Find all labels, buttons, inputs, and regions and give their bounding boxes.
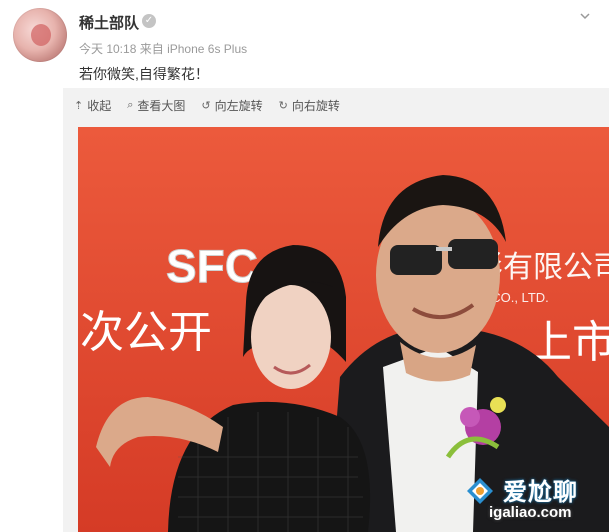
view-large-button[interactable]: ⌕ 查看大图 bbox=[127, 97, 185, 114]
username[interactable]: 稀土部队 bbox=[79, 12, 139, 33]
avatar[interactable] bbox=[13, 8, 67, 62]
post-text: 若你微笑,自得繁花！ bbox=[79, 66, 209, 82]
backdrop-logo: SFC bbox=[166, 240, 258, 292]
verify-icon: ✓ bbox=[142, 14, 156, 28]
collapse-label: 收起 bbox=[87, 98, 112, 113]
rotate-left-icon: ↺ bbox=[201, 99, 211, 112]
photo-illustration: SFC 上 影有限公司 FILM CO., LTD. 次公开 上市 bbox=[78, 127, 609, 532]
rotate-left-button[interactable]: ↺ 向左旋转 bbox=[201, 97, 262, 114]
post-time[interactable]: 今天 10:18 bbox=[79, 42, 136, 56]
search-icon: ⌕ bbox=[127, 98, 134, 111]
sunglasses-right bbox=[448, 239, 498, 269]
source-device[interactable]: iPhone 6s Plus bbox=[167, 42, 247, 56]
avatar-image bbox=[31, 24, 51, 46]
chevron-down-icon[interactable] bbox=[579, 10, 591, 22]
backdrop-text-bottom-left: 次公开 bbox=[80, 307, 212, 358]
arrow-up-icon: ⇡ bbox=[74, 99, 84, 112]
source-prefix: 来自 bbox=[139, 42, 164, 56]
sunglasses-left bbox=[390, 245, 442, 275]
rotate-left-label: 向左旋转 bbox=[214, 98, 263, 113]
collapse-button[interactable]: ⇡ 收起 bbox=[74, 97, 111, 114]
rotate-right-icon: ↻ bbox=[278, 99, 288, 112]
rotate-right-label: 向右旋转 bbox=[291, 98, 340, 113]
post-photo[interactable]: SFC 上 影有限公司 FILM CO., LTD. 次公开 上市 bbox=[78, 127, 609, 532]
view-large-label: 查看大图 bbox=[137, 98, 186, 113]
post-meta: 今天 10:18 来自 iPhone 6s Plus bbox=[79, 40, 247, 57]
rotate-right-button[interactable]: ↻ 向右旋转 bbox=[279, 97, 340, 114]
media-toolbar: ⇡ 收起 ⌕ 查看大图 ↺ 向左旋转 ↻ 向右旋转 bbox=[74, 96, 340, 114]
